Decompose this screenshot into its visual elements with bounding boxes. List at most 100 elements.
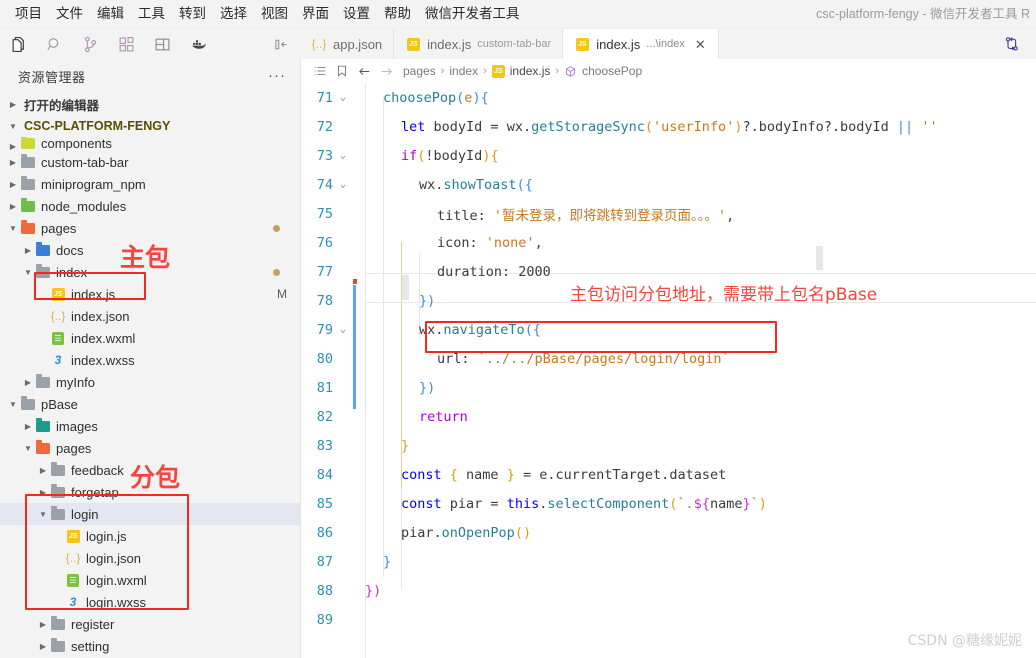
- code-line-77[interactable]: 77 duration: 2000: [301, 257, 1036, 286]
- chevron-down-icon[interactable]: ▼: [36, 510, 50, 519]
- code-line-81[interactable]: 81}): [301, 373, 1036, 402]
- tree-item-setting[interactable]: ▶ setting: [0, 635, 300, 657]
- code-line-74[interactable]: 74 ⌄ wx.showToast({: [301, 170, 1036, 199]
- open-editors-section[interactable]: ▶ 打开的编辑器: [0, 93, 300, 115]
- docker-icon[interactable]: [180, 29, 216, 59]
- chevron-down-icon[interactable]: ▼: [6, 400, 20, 409]
- chevron-right-icon[interactable]: ▶: [36, 466, 50, 475]
- fold-chevron-icon[interactable]: ⌄: [333, 324, 353, 335]
- tree-item-index.json[interactable]: {..} index.json: [0, 305, 300, 327]
- navigate-back-icon[interactable]: [353, 64, 375, 79]
- tree-item-myInfo[interactable]: ▶ myInfo: [0, 371, 300, 393]
- extensions-icon[interactable]: [108, 29, 144, 59]
- layout-icon[interactable]: [144, 29, 180, 59]
- code-line-80[interactable]: 80 url: `../../pBase/pages/login/login`: [301, 344, 1036, 373]
- code-line-75[interactable]: 75 title: '暂未登录，即将跳转到登录页面。。。',: [301, 199, 1036, 228]
- chevron-down-icon[interactable]: ▼: [21, 444, 35, 453]
- code-line-84[interactable]: 84 const { name } = e.currentTarget.datas…: [301, 460, 1036, 489]
- fold-chevron-icon[interactable]: ⌄: [333, 179, 353, 190]
- menu-item-8[interactable]: 设置: [336, 3, 377, 25]
- line-number: 76: [316, 234, 333, 251]
- code-line-73[interactable]: 73 ⌄ if(!bodyId){: [301, 141, 1036, 170]
- chevron-right-icon[interactable]: ▶: [6, 202, 20, 211]
- menu-item-1[interactable]: 文件: [49, 3, 90, 25]
- chevron-right-icon[interactable]: ▶: [36, 488, 50, 497]
- breadcrumb-item-0[interactable]: pages: [403, 64, 436, 78]
- tree-item-custom-tab-bar[interactable]: ▶ custom-tab-bar: [0, 151, 300, 173]
- menu-item-3[interactable]: 工具: [131, 3, 172, 25]
- tree-item-forgetap[interactable]: ▶ forgetap: [0, 481, 300, 503]
- editor-tab-0[interactable]: {..} app.json: [300, 29, 395, 59]
- explorer-icon[interactable]: [0, 29, 36, 59]
- code-line-82[interactable]: 82 return: [301, 402, 1036, 431]
- chevron-down-icon[interactable]: ▼: [21, 268, 35, 277]
- project-root-section[interactable]: ▼ CSC-PLATFORM-FENGY: [0, 115, 300, 137]
- outline-icon[interactable]: [309, 64, 331, 78]
- tree-item-feedback[interactable]: ▶ feedback: [0, 459, 300, 481]
- collapse-sidebar-icon[interactable]: [270, 29, 292, 59]
- menu-item-4[interactable]: 转到: [172, 3, 213, 25]
- bookmark-icon[interactable]: [331, 64, 353, 78]
- navigate-forward-icon[interactable]: [375, 64, 397, 79]
- tree-item-register[interactable]: ▶ register: [0, 613, 300, 635]
- code-line-88[interactable]: 88}): [301, 576, 1036, 605]
- fold-chevron-icon[interactable]: ⌄: [333, 150, 353, 161]
- tree-item-docs[interactable]: ▶ docs: [0, 239, 300, 261]
- tree-item-login.wxml[interactable]: ☰ login.wxml: [0, 569, 300, 591]
- tree-item-components[interactable]: ▶ components: [0, 137, 300, 151]
- code-line-79[interactable]: 79 ⌄ wx.navigateTo({: [301, 315, 1036, 344]
- tree-item-index.wxss[interactable]: 3 index.wxss: [0, 349, 300, 371]
- tree-item-login[interactable]: ▼ login: [0, 503, 300, 525]
- chevron-right-icon[interactable]: ▶: [36, 642, 50, 651]
- chevron-right-icon[interactable]: ▶: [6, 180, 20, 189]
- chevron-right-icon[interactable]: ▶: [6, 142, 20, 151]
- tab-close-icon[interactable]: ✕: [694, 38, 707, 51]
- chevron-right-icon[interactable]: ▶: [6, 158, 20, 167]
- code-line-86[interactable]: 86 piar.onOpenPop(): [301, 518, 1036, 547]
- code-line-89[interactable]: 89: [301, 605, 1036, 634]
- code-line-87[interactable]: 87}: [301, 547, 1036, 576]
- chevron-right-icon[interactable]: ▶: [36, 620, 50, 629]
- menu-item-6[interactable]: 视图: [254, 3, 295, 25]
- fold-chevron-icon[interactable]: ⌄: [333, 92, 353, 103]
- code-line-85[interactable]: 85 const piar = this.selectComponent(`.${…: [301, 489, 1036, 518]
- menu-item-10[interactable]: 微信开发者工具: [418, 3, 527, 25]
- menu-item-7[interactable]: 界面: [295, 3, 336, 25]
- tree-item-index.wxml[interactable]: ☰ index.wxml: [0, 327, 300, 349]
- tree-item-login.js[interactable]: JS login.js: [0, 525, 300, 547]
- source-control-icon[interactable]: [72, 29, 108, 59]
- search-icon[interactable]: [36, 29, 72, 59]
- breadcrumb-item-1[interactable]: index: [449, 64, 478, 78]
- chevron-down-icon[interactable]: ▼: [6, 224, 20, 233]
- tree-item-miniprogram_npm[interactable]: ▶ miniprogram_npm: [0, 173, 300, 195]
- tree-item-index[interactable]: ▼ index: [0, 261, 300, 283]
- activity-bar: [0, 29, 300, 59]
- chevron-right-icon[interactable]: ▶: [21, 422, 35, 431]
- editor-tab-2[interactable]: JS index.js ...\index ✕: [563, 29, 719, 59]
- editor-tab-1[interactable]: JS index.js custom-tab-bar: [394, 29, 564, 59]
- code-line-71[interactable]: 71 ⌄ choosePop(e){: [301, 83, 1036, 112]
- menu-item-2[interactable]: 编辑: [90, 3, 131, 25]
- tree-item-pBase[interactable]: ▼ pBase: [0, 393, 300, 415]
- code-line-76[interactable]: 76 icon: 'none',: [301, 228, 1036, 257]
- explorer-more-icon[interactable]: ···: [268, 68, 286, 83]
- menu-item-5[interactable]: 选择: [213, 3, 254, 25]
- tree-item-login.json[interactable]: {..} login.json: [0, 547, 300, 569]
- tree-item-images[interactable]: ▶ images: [0, 415, 300, 437]
- tree-item-pages[interactable]: ▼ pages: [0, 437, 300, 459]
- tree-item-pages[interactable]: ▼ pages: [0, 217, 300, 239]
- tree-item-login.wxss[interactable]: 3 login.wxss: [0, 591, 300, 613]
- code-content[interactable]: 71 ⌄ choosePop(e){72 let bodyId = wx.getSto…: [301, 83, 1036, 658]
- breadcrumb-item-3[interactable]: choosePop: [564, 64, 642, 78]
- breadcrumb-item-2[interactable]: JS index.js: [491, 64, 550, 78]
- tree-item-node_modules[interactable]: ▶ node_modules: [0, 195, 300, 217]
- code-line-83[interactable]: 83}: [301, 431, 1036, 460]
- code-line-72[interactable]: 72 let bodyId = wx.getStorageSync('userIn…: [301, 112, 1036, 141]
- chevron-right-icon[interactable]: ▶: [21, 246, 35, 255]
- tree-item-index.js[interactable]: JS index.js M: [0, 283, 300, 305]
- code-line-78[interactable]: 78}): [301, 286, 1036, 315]
- chevron-right-icon[interactable]: ▶: [21, 378, 35, 387]
- compare-changes-icon[interactable]: [1000, 32, 1024, 56]
- menu-item-0[interactable]: 项目: [8, 3, 49, 25]
- menu-item-9[interactable]: 帮助: [377, 3, 418, 25]
